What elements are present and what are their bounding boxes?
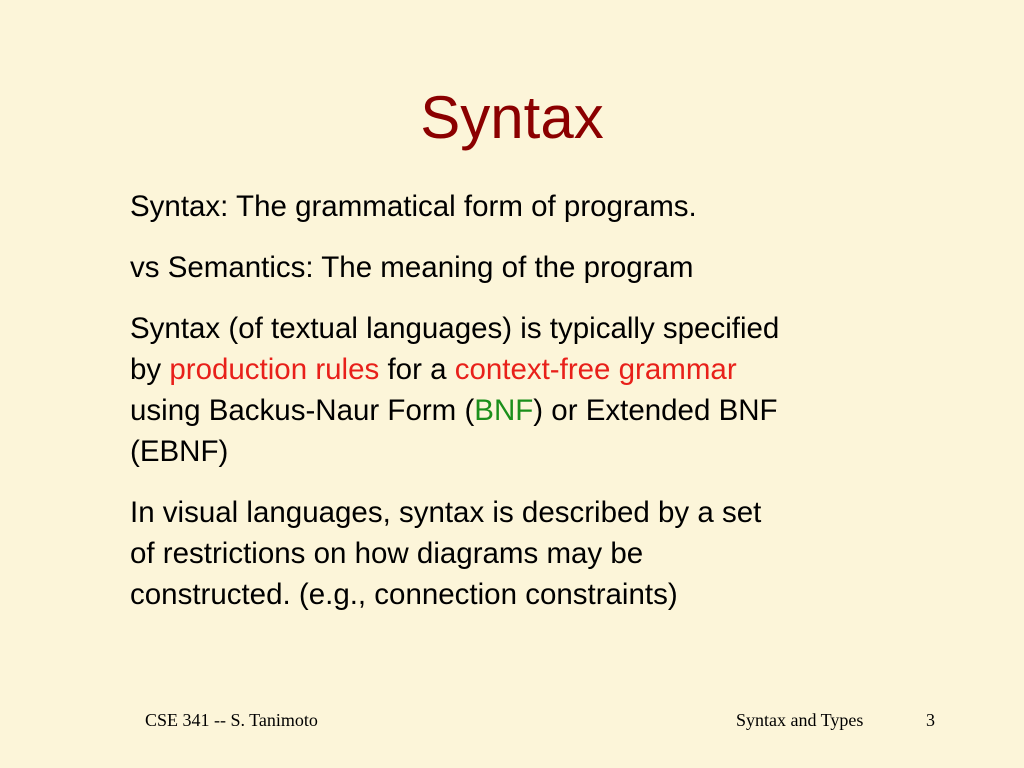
paragraph-semantics-definition: vs Semantics: The meaning of the program — [130, 251, 694, 284]
highlight-context-free-grammar: context-free grammar — [454, 353, 737, 386]
text-fragment: ) or Extended BNF — [533, 394, 778, 427]
paragraph-syntax-definition: Syntax: The grammatical form of programs… — [130, 190, 697, 223]
highlight-production-rules: production rules — [169, 353, 380, 386]
highlight-bnf: BNF — [474, 394, 534, 427]
text-fragment: using Backus-Naur Form ( — [130, 394, 475, 427]
text-line: of restrictions on how diagrams may be — [130, 537, 644, 570]
paragraph-visual-languages: In visual languages, syntax is described… — [130, 492, 910, 615]
footer-page-number: 3 — [926, 710, 935, 730]
text-fragment: by — [130, 353, 170, 386]
text-line: In visual languages, syntax is described… — [130, 496, 762, 529]
text-line: constructed. (e.g., connection constrain… — [130, 578, 678, 611]
slide-title: Syntax — [420, 84, 604, 151]
text-line: (EBNF) — [130, 435, 229, 468]
paragraph-textual-languages: Syntax (of textual languages) is typical… — [130, 308, 910, 472]
footer-topic: Syntax and Types — [736, 710, 864, 730]
slide-body: Syntax: The grammatical form of programs… — [130, 186, 910, 635]
slide: Syntax Syntax: The grammatical form of p… — [0, 0, 1024, 768]
text-line: Syntax (of textual languages) is typical… — [130, 312, 780, 345]
text-fragment: for a — [379, 353, 455, 386]
footer-course: CSE 341 -- S. Tanimoto — [145, 710, 318, 730]
